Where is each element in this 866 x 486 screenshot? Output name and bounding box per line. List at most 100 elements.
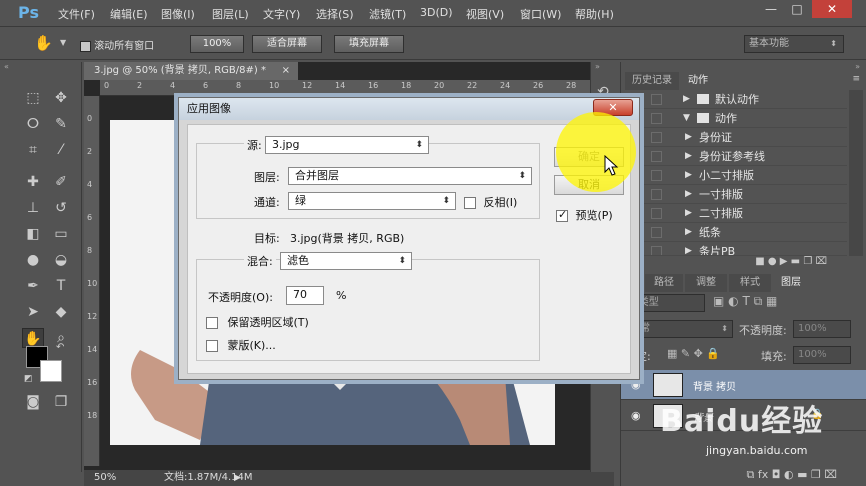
chevron-right-icon[interactable]: ▶ <box>685 223 692 242</box>
new-set-icon[interactable]: ▬ <box>791 256 804 267</box>
dialog-toggle-checkbox[interactable] <box>651 94 662 105</box>
list-item[interactable]: ▼ 动作 <box>621 109 847 128</box>
close-tab-icon[interactable]: × <box>282 62 290 80</box>
collapse-arrows-icon[interactable]: » <box>595 62 600 71</box>
brush-tool-icon[interactable]: ✐ <box>50 172 72 192</box>
mask-checkbox[interactable] <box>206 340 218 352</box>
menu-layer[interactable]: 图层(L) <box>212 6 249 22</box>
dialog-toggle-checkbox[interactable] <box>651 113 662 124</box>
history-brush-tool-icon[interactable]: ↺ <box>50 198 72 218</box>
scroll-all-windows-option[interactable]: 滚动所有窗口 <box>80 37 154 52</box>
invert-option[interactable]: 反相(I) <box>464 194 517 210</box>
menu-view[interactable]: 视图(V) <box>466 6 504 22</box>
list-item[interactable]: ▶ 身份证 <box>621 128 847 147</box>
source-select[interactable]: 3.jpg ⬍ <box>265 136 429 154</box>
stop-icon[interactable]: ■ <box>755 256 768 267</box>
lasso-tool-icon[interactable]: ⵔ <box>22 114 44 134</box>
actions-scrollbar[interactable] <box>849 90 863 256</box>
eyedropper-tool-icon[interactable]: ⁄ <box>50 140 72 160</box>
dialog-toggle-checkbox[interactable] <box>651 170 662 181</box>
dialog-opacity-input[interactable]: 70 <box>286 286 324 305</box>
healing-brush-tool-icon[interactable]: ✚ <box>22 172 44 192</box>
dodge-tool-icon[interactable]: ◒ <box>50 250 72 270</box>
layer-select[interactable]: 合并图层 ⬍ <box>288 167 532 185</box>
hand-tool-icon[interactable]: ✋ <box>34 34 53 52</box>
panel-menu-icon[interactable]: ≡ <box>852 74 860 84</box>
lock-icons[interactable]: ▦ ✎ ✥ 🔒 <box>667 347 720 360</box>
chevron-right-icon[interactable]: ▶ <box>685 147 692 166</box>
menu-help[interactable]: 帮助(H) <box>575 6 614 22</box>
mask-option[interactable]: 蒙版(K)... <box>206 337 276 353</box>
dialog-title-bar[interactable]: 应用图像 <box>179 98 639 120</box>
tab-actions[interactable]: 动作 <box>681 72 715 90</box>
collapse-arrows-icon[interactable]: « <box>4 62 9 71</box>
tab-paths[interactable]: 路径 <box>645 274 683 292</box>
hand-tool-icon[interactable]: ✋ <box>22 328 44 348</box>
trash-icon[interactable]: ⌧ <box>815 256 827 267</box>
preview-option[interactable]: ✓ 预览(P) <box>556 207 613 223</box>
dialog-toggle-checkbox[interactable] <box>651 246 662 255</box>
blur-tool-icon[interactable]: ● <box>22 250 44 270</box>
collapse-arrows-icon[interactable]: » <box>855 62 860 71</box>
list-item[interactable]: ▶ 默认动作 <box>621 90 847 109</box>
invert-checkbox[interactable] <box>464 197 476 209</box>
menu-3d[interactable]: 3D(D) <box>420 6 453 19</box>
default-colors-icon[interactable]: ◩ <box>24 374 33 384</box>
fit-screen-button[interactable]: 适合屏幕 <box>252 35 322 53</box>
tab-layers[interactable]: 图层 <box>773 274 809 292</box>
chevron-right-icon[interactable]: ▶ <box>685 128 692 147</box>
preview-checkbox[interactable]: ✓ <box>556 208 568 222</box>
background-color-swatch[interactable] <box>40 360 62 382</box>
move-tool-icon[interactable]: ✥ <box>50 88 72 108</box>
tool-preset-dropdown-icon[interactable]: ▼ <box>60 38 66 47</box>
fill-field[interactable]: 100% <box>793 346 851 364</box>
menu-edit[interactable]: 编辑(E) <box>110 6 148 22</box>
type-tool-icon[interactable]: T <box>50 276 72 296</box>
marquee-tool-icon[interactable]: ⬚ <box>22 88 44 108</box>
gradient-tool-icon[interactable]: ▭ <box>50 224 72 244</box>
crop-tool-icon[interactable]: ⌗ <box>22 140 44 160</box>
dialog-toggle-checkbox[interactable] <box>651 132 662 143</box>
zoom-level[interactable]: 50% <box>94 470 116 486</box>
menu-select[interactable]: 选择(S) <box>316 6 354 22</box>
menu-file[interactable]: 文件(F) <box>58 6 95 22</box>
maximize-button[interactable]: □ <box>784 0 810 18</box>
play-icon[interactable]: ▶ <box>780 256 791 267</box>
dialog-toggle-checkbox[interactable] <box>651 227 662 238</box>
dialog-toggle-checkbox[interactable] <box>651 151 662 162</box>
list-item[interactable]: ▶ 一寸排版 <box>621 185 847 204</box>
list-item[interactable]: ▶ 小二寸排版 <box>621 166 847 185</box>
status-arrow-icon[interactable]: ▶ <box>234 470 241 486</box>
dialog-toggle-checkbox[interactable] <box>651 189 662 200</box>
eraser-tool-icon[interactable]: ◧ <box>22 224 44 244</box>
tab-adjustments[interactable]: 调整 <box>685 274 727 292</box>
list-item[interactable]: ▶ 纸条 <box>621 223 847 242</box>
minimize-button[interactable]: — <box>758 0 784 18</box>
clone-stamp-tool-icon[interactable]: ⊥ <box>22 198 44 218</box>
list-item[interactable]: ▶ 二寸排版 <box>621 204 847 223</box>
record-icon[interactable]: ● <box>768 256 780 267</box>
scroll-all-windows-checkbox[interactable] <box>80 40 91 52</box>
layer-filter-icons[interactable]: ▣ ◐ T ⧉ ▦ <box>713 294 777 309</box>
chevron-right-icon[interactable]: ▶ <box>685 204 692 223</box>
fill-screen-button[interactable]: 填充屏幕 <box>334 35 404 53</box>
shape-tool-icon[interactable]: ◆ <box>50 302 72 322</box>
blend-mode-select[interactable]: 正常 ⬍ <box>625 320 733 338</box>
document-tab[interactable]: 3.jpg @ 50% (背景 拷贝, RGB/8#) * × <box>84 62 298 80</box>
dialog-toggle-checkbox[interactable] <box>651 208 662 219</box>
opacity-field[interactable]: 100% <box>793 320 851 338</box>
chevron-right-icon[interactable]: ▶ <box>685 166 692 185</box>
zoom-100-button[interactable]: 100% <box>190 35 244 53</box>
preserve-transparency-checkbox[interactable] <box>206 317 218 329</box>
swap-colors-icon[interactable]: ↶ <box>56 342 64 353</box>
workspace-select[interactable]: 基本功能 ⬍ <box>744 35 844 53</box>
screen-mode-icon[interactable]: ❐ <box>50 392 72 412</box>
new-action-icon[interactable]: ❐ <box>803 256 815 267</box>
chevron-right-icon[interactable]: ▶ <box>685 185 692 204</box>
preserve-transparency-option[interactable]: 保留透明区域(T) <box>206 314 309 330</box>
menu-window[interactable]: 窗口(W) <box>520 6 561 22</box>
eye-icon[interactable]: ◉ <box>631 409 641 422</box>
path-select-tool-icon[interactable]: ➤ <box>22 302 44 322</box>
list-item[interactable]: ▶ 身份证参考线 <box>621 147 847 166</box>
tab-history[interactable]: 历史记录 <box>625 72 679 90</box>
